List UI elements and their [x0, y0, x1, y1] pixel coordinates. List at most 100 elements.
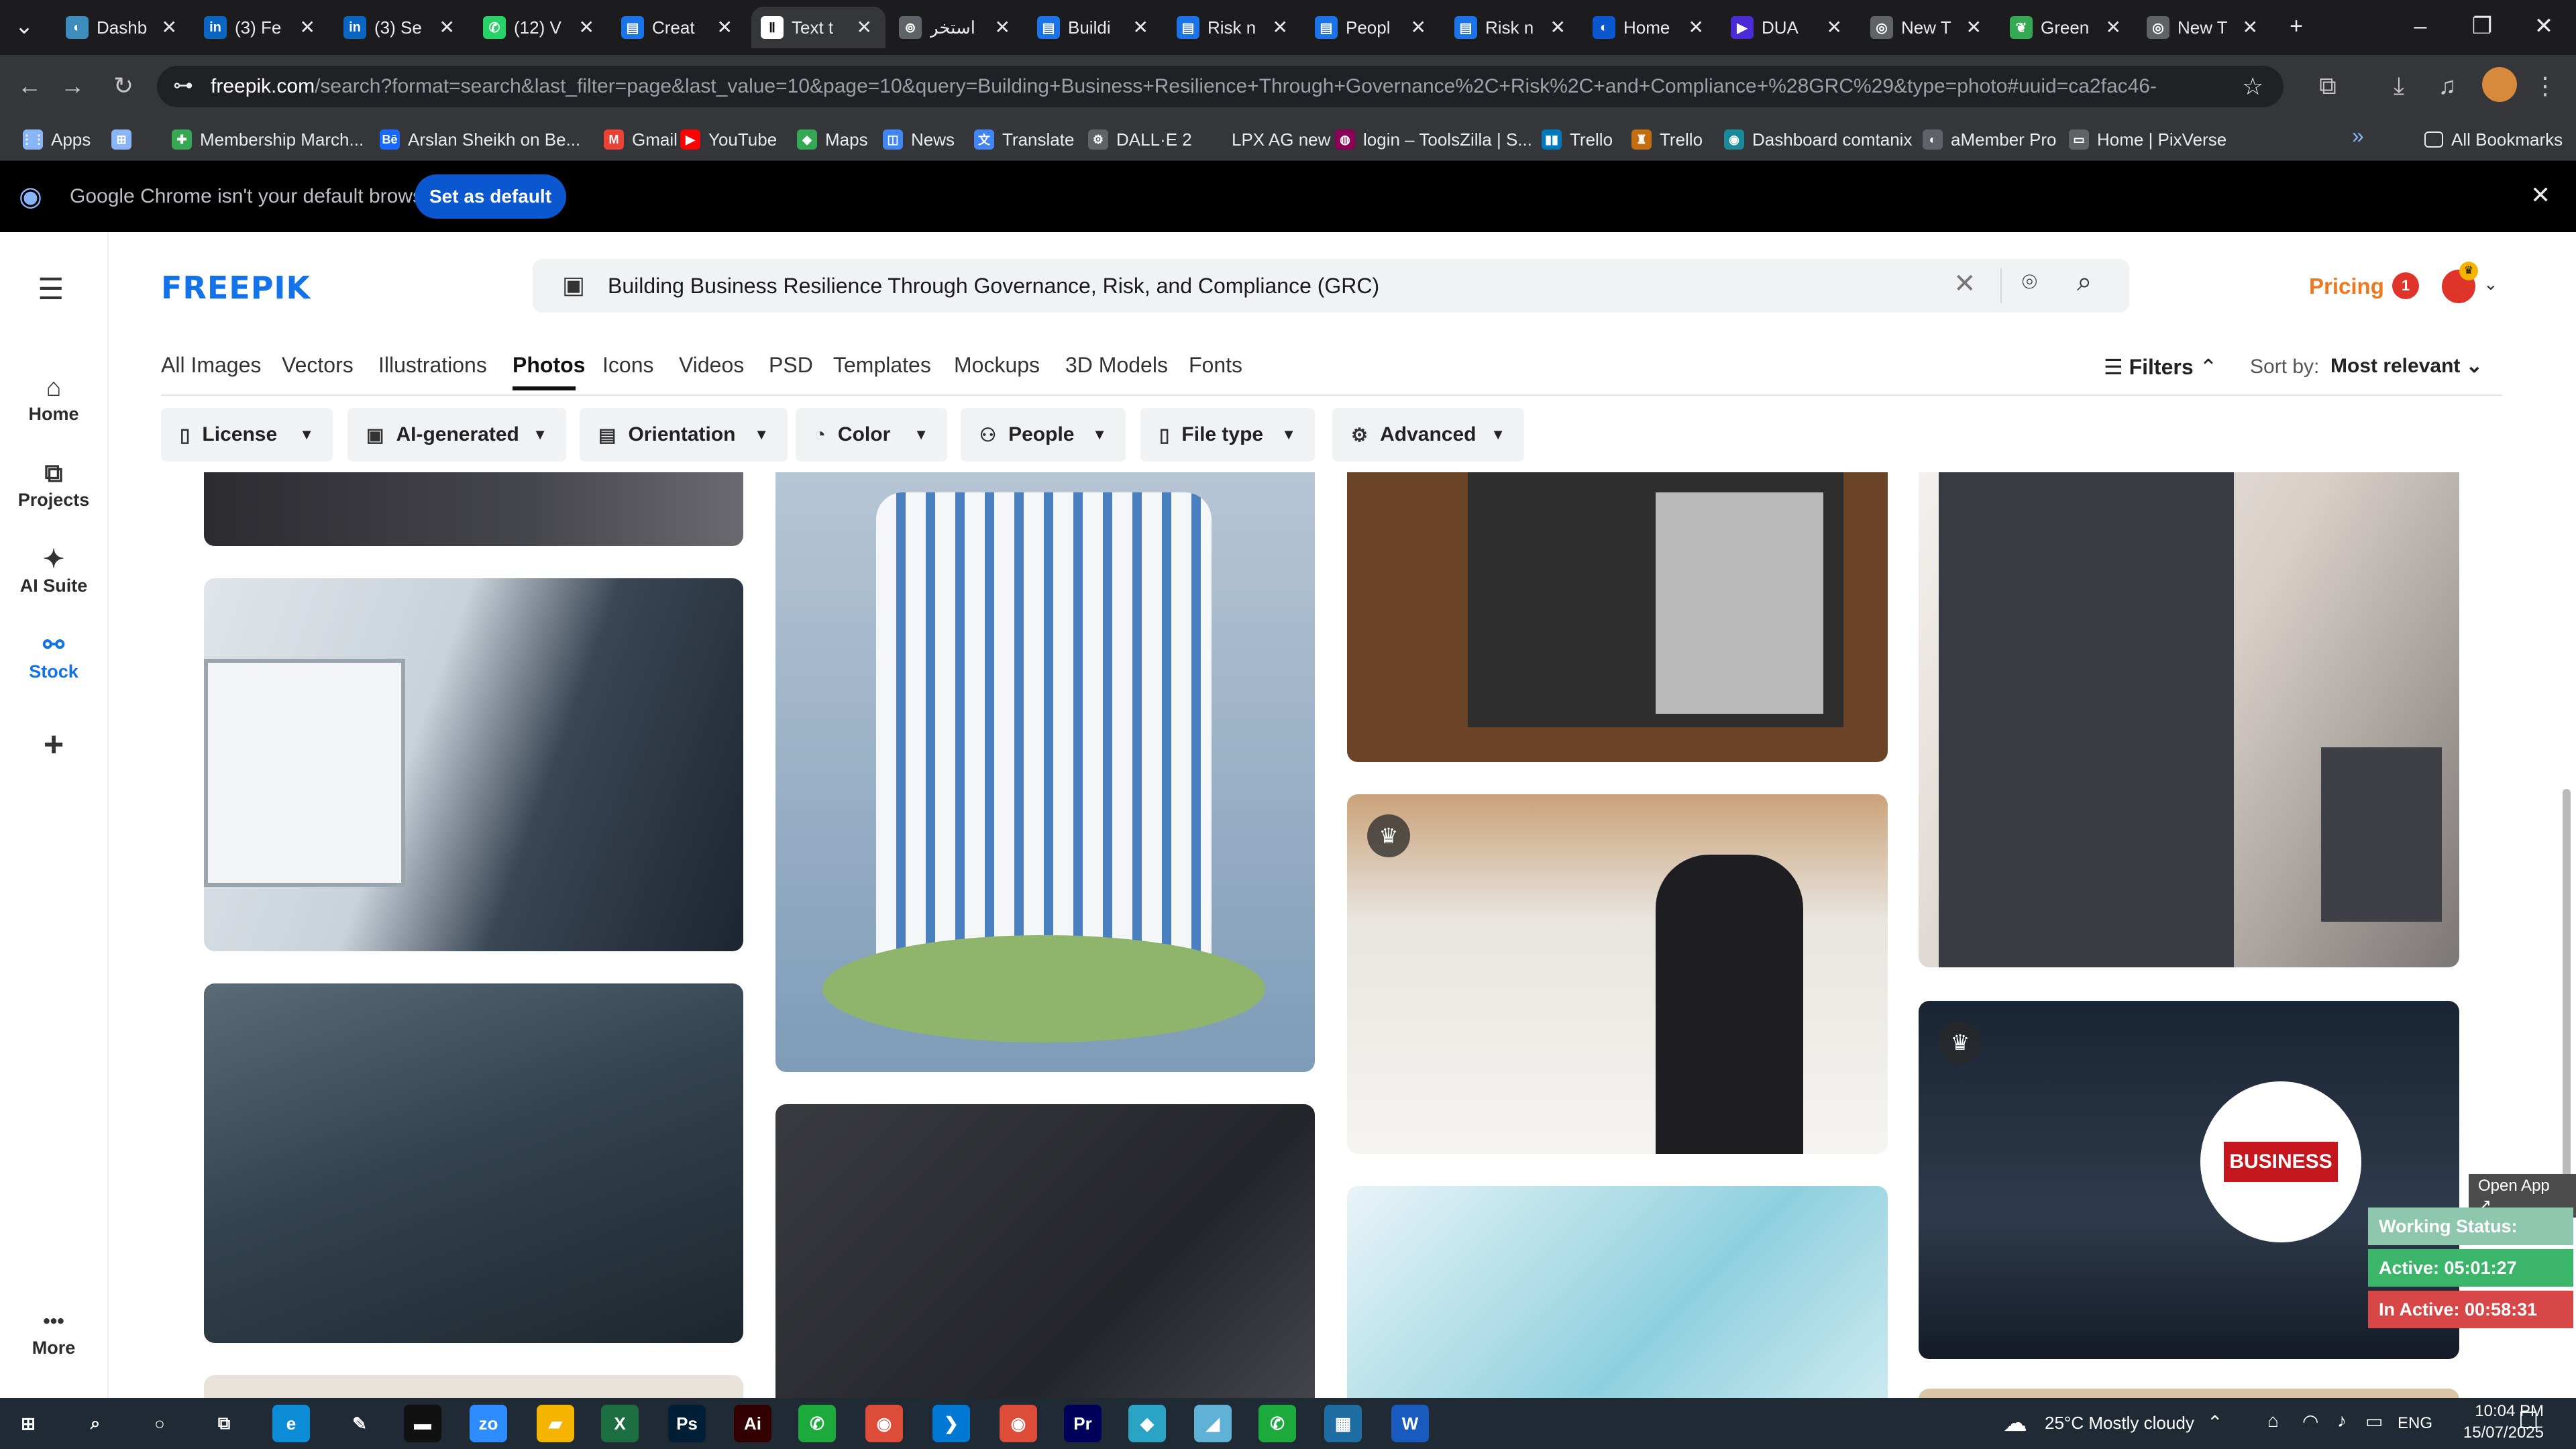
bookmark-item[interactable]: ◐ aMember Pro — [1923, 125, 2057, 154]
browser-tab[interactable]: ▤ Risk n ✕ — [1167, 7, 1301, 48]
photo-card[interactable] — [775, 472, 1315, 1072]
tab-close-icon[interactable]: ✕ — [995, 16, 1010, 38]
taskbar-app-icon[interactable]: ▰ — [537, 1405, 574, 1442]
photo-card[interactable] — [204, 983, 743, 1343]
forward-icon[interactable]: → — [56, 70, 89, 102]
filter-color[interactable]: ◔ Color ▼ — [796, 408, 947, 462]
bookmark-item[interactable]: ◍ login – ToolsZilla | S... — [1335, 125, 1532, 154]
tab-illustrations[interactable]: Illustrations — [378, 353, 487, 378]
browser-tab[interactable]: ◎ New T ✕ — [2137, 7, 2271, 48]
page-scrollbar[interactable] — [2563, 789, 2571, 1218]
taskbar-app-icon[interactable]: ▦ — [1324, 1405, 1362, 1442]
weather-icon[interactable]: ☁ — [2003, 1409, 2027, 1437]
bookmark-item[interactable]: Bē Arslan Sheikh on Be... — [380, 125, 580, 154]
media-controls-icon[interactable]: ♫ — [2431, 70, 2463, 102]
taskbar-app-icon[interactable]: ◢ — [1194, 1405, 1232, 1442]
tab-search-icon[interactable]: ⌄ — [0, 9, 48, 43]
sidebar-item-projects[interactable]: ⧉ Projects — [0, 458, 107, 511]
taskbar-app-icon[interactable]: ⌕ — [76, 1405, 114, 1442]
taskbar-app-icon[interactable]: ◉ — [1000, 1405, 1037, 1442]
taskbar-app-icon[interactable]: ❯ — [932, 1405, 970, 1442]
notification-badge[interactable]: 1 — [2392, 272, 2419, 299]
taskbar-app-icon[interactable]: ✎ — [341, 1405, 378, 1442]
tab-close-icon[interactable]: ✕ — [439, 16, 455, 38]
filter-people[interactable]: ⚇ People ▼ — [961, 408, 1126, 462]
sidebar-item-ai-suite[interactable]: ✦ AI Suite — [0, 543, 107, 596]
camera-search-icon[interactable]: ⌾ — [2022, 268, 2037, 297]
sidebar-item-more[interactable]: ••• More — [0, 1305, 107, 1358]
tab-all-images[interactable]: All Images — [161, 353, 261, 378]
taskbar-app-icon[interactable]: ⧉ — [205, 1405, 243, 1442]
taskbar-app-icon[interactable]: Ai — [734, 1405, 771, 1442]
taskbar-app-icon[interactable]: zo — [470, 1405, 507, 1442]
browser-tab[interactable]: ▤ Risk n ✕ — [1445, 7, 1579, 48]
image-type-icon[interactable]: ▣ — [562, 271, 585, 299]
tab-close-icon[interactable]: ✕ — [1273, 16, 1288, 38]
tab-close-icon[interactable]: ✕ — [300, 16, 315, 38]
sidebar-add-button[interactable]: + — [0, 727, 107, 762]
taskbar-app-icon[interactable]: W — [1391, 1405, 1429, 1442]
volume-icon[interactable]: ♪ — [2337, 1410, 2347, 1432]
bookmark-item[interactable]: ⚙ DALL·E 2 — [1088, 125, 1192, 154]
filter-file-type[interactable]: ▯ File type ▼ — [1140, 408, 1315, 462]
bookmark-item[interactable]: ▭ Home | PixVerse — [2069, 125, 2226, 154]
address-bar[interactable]: ⊶ freepik.com/search?format=search&last_… — [157, 66, 2284, 107]
photo-card[interactable] — [1919, 1389, 2459, 1398]
bookmark-item[interactable]: 文 Translate — [974, 125, 1074, 154]
bookmark-item[interactable]: ◆ Maps — [797, 125, 868, 154]
chrome-menu-icon[interactable]: ⋮ — [2529, 70, 2561, 102]
bookmark-item[interactable]: M Gmail — [604, 125, 678, 154]
browser-tab[interactable]: Ⅱ Text t ✕ — [751, 7, 885, 48]
taskbar-app-icon[interactable]: Ps — [668, 1405, 706, 1442]
tab-icons[interactable]: Icons — [602, 353, 653, 378]
clear-search-icon[interactable]: ✕ — [1953, 268, 1976, 299]
freepik-logo[interactable]: FREEPIK — [161, 270, 311, 306]
bookmark-item[interactable]: ◫ News — [883, 125, 955, 154]
photo-card[interactable]: ♛ — [1347, 794, 1888, 1154]
search-bar[interactable]: ▣ Building Business Resilience Through G… — [533, 259, 2129, 313]
browser-tab[interactable]: in (3) Fe ✕ — [195, 7, 329, 48]
photo-card[interactable] — [204, 1375, 743, 1398]
tab-close-icon[interactable]: ✕ — [717, 16, 733, 38]
taskbar-app-icon[interactable]: ▬ — [404, 1405, 441, 1442]
browser-tab[interactable]: ❦ Green ✕ — [2000, 7, 2135, 48]
tab-close-icon[interactable]: ✕ — [2106, 16, 2121, 38]
search-input[interactable]: Building Business Resilience Through Gov… — [608, 274, 1379, 299]
photo-card[interactable] — [1919, 472, 2459, 967]
bookmark-item[interactable]: ✚ Membership March... — [172, 125, 364, 154]
bookmark-item[interactable]: ⊞ — [111, 125, 140, 154]
tab-close-icon[interactable]: ✕ — [1827, 16, 1842, 38]
taskbar-app-icon[interactable]: X — [601, 1405, 639, 1442]
tab-close-icon[interactable]: ✕ — [162, 16, 177, 38]
account-chevron-icon[interactable]: ⌄ — [2483, 274, 2498, 294]
tray-overflow-icon[interactable]: ⌃ — [2207, 1411, 2222, 1434]
browser-tab[interactable]: ⊚ استخر ✕ — [890, 7, 1024, 48]
tab-templates[interactable]: Templates — [833, 353, 931, 378]
tab-close-icon[interactable]: ✕ — [1550, 16, 1566, 38]
tab-3d-models[interactable]: 3D Models — [1065, 353, 1168, 378]
photo-card[interactable] — [775, 1104, 1315, 1398]
filter-ai-generated[interactable]: ▣ AI-generated ▼ — [347, 408, 566, 462]
tab-vectors[interactable]: Vectors — [282, 353, 354, 378]
notification-center-icon[interactable]: ☐ — [2518, 1407, 2538, 1434]
taskbar-app-icon[interactable]: ✆ — [1258, 1405, 1296, 1442]
taskbar-app-icon[interactable]: ◉ — [865, 1405, 903, 1442]
taskbar-app-icon[interactable]: ✆ — [798, 1405, 836, 1442]
tab-close-icon[interactable]: ✕ — [2243, 16, 2258, 38]
site-info-icon[interactable]: ⊶ — [173, 74, 193, 97]
browser-tab[interactable]: ◐ Home ✕ — [1583, 7, 1717, 48]
download-icon[interactable]: ⤓ — [2383, 70, 2415, 102]
bookmark-item[interactable]: ▮▮ Trello — [1542, 125, 1613, 154]
photo-card[interactable] — [1347, 1186, 1888, 1398]
set-as-default-button[interactable]: Set as default — [415, 174, 566, 219]
minimize-icon[interactable]: – — [2394, 9, 2447, 43]
bookmark-item[interactable]: ▶ YouTube — [680, 125, 777, 154]
sort-select[interactable]: Most relevant ⌄ — [2330, 354, 2483, 378]
bookmark-item[interactable]: ◉ Dashboard comtanix — [1724, 125, 1912, 154]
language-indicator[interactable]: ENG — [2398, 1414, 2432, 1433]
taskbar-app-icon[interactable]: ◆ — [1128, 1405, 1166, 1442]
browser-tab[interactable]: ◐ Dashb ✕ — [56, 7, 191, 48]
extensions-icon[interactable]: ⧉ — [2312, 70, 2344, 102]
photo-card[interactable] — [1347, 472, 1888, 762]
browser-tab[interactable]: ▤ Peopl ✕ — [1305, 7, 1440, 48]
